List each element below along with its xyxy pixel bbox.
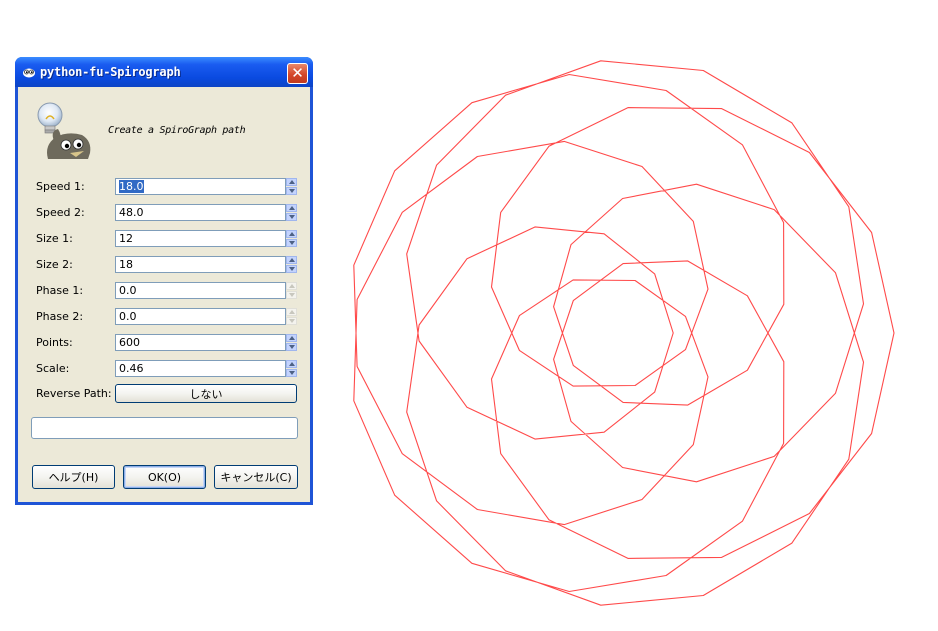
field-input[interactable]: 0.0 <box>115 308 286 325</box>
spin-down-icon[interactable] <box>286 187 297 195</box>
gimp-wilber-lightbulb-icon <box>37 102 91 159</box>
spin-up-icon[interactable] <box>286 282 297 290</box>
spin-up-icon[interactable] <box>286 178 297 186</box>
field-input[interactable]: 0.0 <box>115 282 286 299</box>
spin-up-icon[interactable] <box>286 308 297 316</box>
spin-down-icon[interactable] <box>286 213 297 221</box>
spin-down-icon[interactable] <box>286 265 297 273</box>
field-spinner[interactable] <box>286 308 297 325</box>
help-button[interactable]: ヘルプ(H) <box>32 465 115 489</box>
reverse-path-toggle[interactable]: しない <box>115 384 297 403</box>
field-value: 18.0 <box>119 180 144 193</box>
field-input[interactable]: 18.0 <box>115 178 286 195</box>
field-value: 0.0 <box>119 284 137 297</box>
field-spinner[interactable] <box>286 230 297 247</box>
field-value: 0.46 <box>119 362 144 375</box>
field-input[interactable]: 600 <box>115 334 286 351</box>
spin-down-icon[interactable] <box>286 291 297 299</box>
field-spinner[interactable] <box>286 204 297 221</box>
cancel-button[interactable]: キャンセル(C) <box>214 465 298 489</box>
field-spinner[interactable] <box>286 178 297 195</box>
field-label: Speed 2: <box>36 206 85 219</box>
field-label: Phase 2: <box>36 310 84 323</box>
dialog-client-area: Create a SpiroGraph path Speed 1: 18.0 Spe… <box>18 87 310 502</box>
field-label: Size 2: <box>36 258 73 271</box>
reverse-path-value: しない <box>189 387 223 401</box>
window-title: python-fu-Spirograph <box>40 65 181 79</box>
field-input[interactable]: 12 <box>115 230 286 247</box>
ok-button[interactable]: OK(O) <box>123 465 206 489</box>
help-button-label: ヘルプ(H) <box>48 471 99 484</box>
field-spinner[interactable] <box>286 256 297 273</box>
field-label: Speed 1: <box>36 180 85 193</box>
ok-button-label: OK(O) <box>147 470 182 484</box>
field-value: 48.0 <box>119 206 144 219</box>
spirograph-path <box>353 60 895 606</box>
spin-up-icon[interactable] <box>286 204 297 212</box>
progress-bar <box>31 417 298 439</box>
spin-down-icon[interactable] <box>286 317 297 325</box>
field-spinner[interactable] <box>286 282 297 299</box>
field-label: Size 1: <box>36 232 73 245</box>
spin-down-icon[interactable] <box>286 343 297 351</box>
field-value: 18 <box>119 258 133 271</box>
spin-down-icon[interactable] <box>286 369 297 377</box>
spin-up-icon[interactable] <box>286 230 297 238</box>
field-value: 12 <box>119 232 133 245</box>
field-spinner[interactable] <box>286 360 297 377</box>
field-value: 0.0 <box>119 310 137 323</box>
field-label: Points: <box>36 336 73 349</box>
field-spinner[interactable] <box>286 334 297 351</box>
field-input[interactable]: 18 <box>115 256 286 273</box>
field-label: Scale: <box>36 362 70 375</box>
close-button[interactable]: ✕ <box>287 63 308 84</box>
plugin-description: Create a SpiroGraph path <box>108 125 246 136</box>
spin-down-icon[interactable] <box>286 239 297 247</box>
field-value: 600 <box>119 336 140 349</box>
field-input[interactable]: 0.46 <box>115 360 286 377</box>
reverse-path-label: Reverse Path: <box>36 387 112 400</box>
field-label: Phase 1: <box>36 284 84 297</box>
spin-up-icon[interactable] <box>286 256 297 264</box>
field-input[interactable]: 48.0 <box>115 204 286 221</box>
title-bar[interactable]: python-fu-Spirograph ✕ <box>15 57 313 87</box>
close-icon: ✕ <box>291 64 304 82</box>
spin-up-icon[interactable] <box>286 360 297 368</box>
spin-up-icon[interactable] <box>286 334 297 342</box>
gimp-app-icon <box>23 68 35 78</box>
cancel-button-label: キャンセル(C) <box>220 471 292 484</box>
spirograph-dialog: python-fu-Spirograph ✕ Create a SpiroGra… <box>15 57 313 505</box>
